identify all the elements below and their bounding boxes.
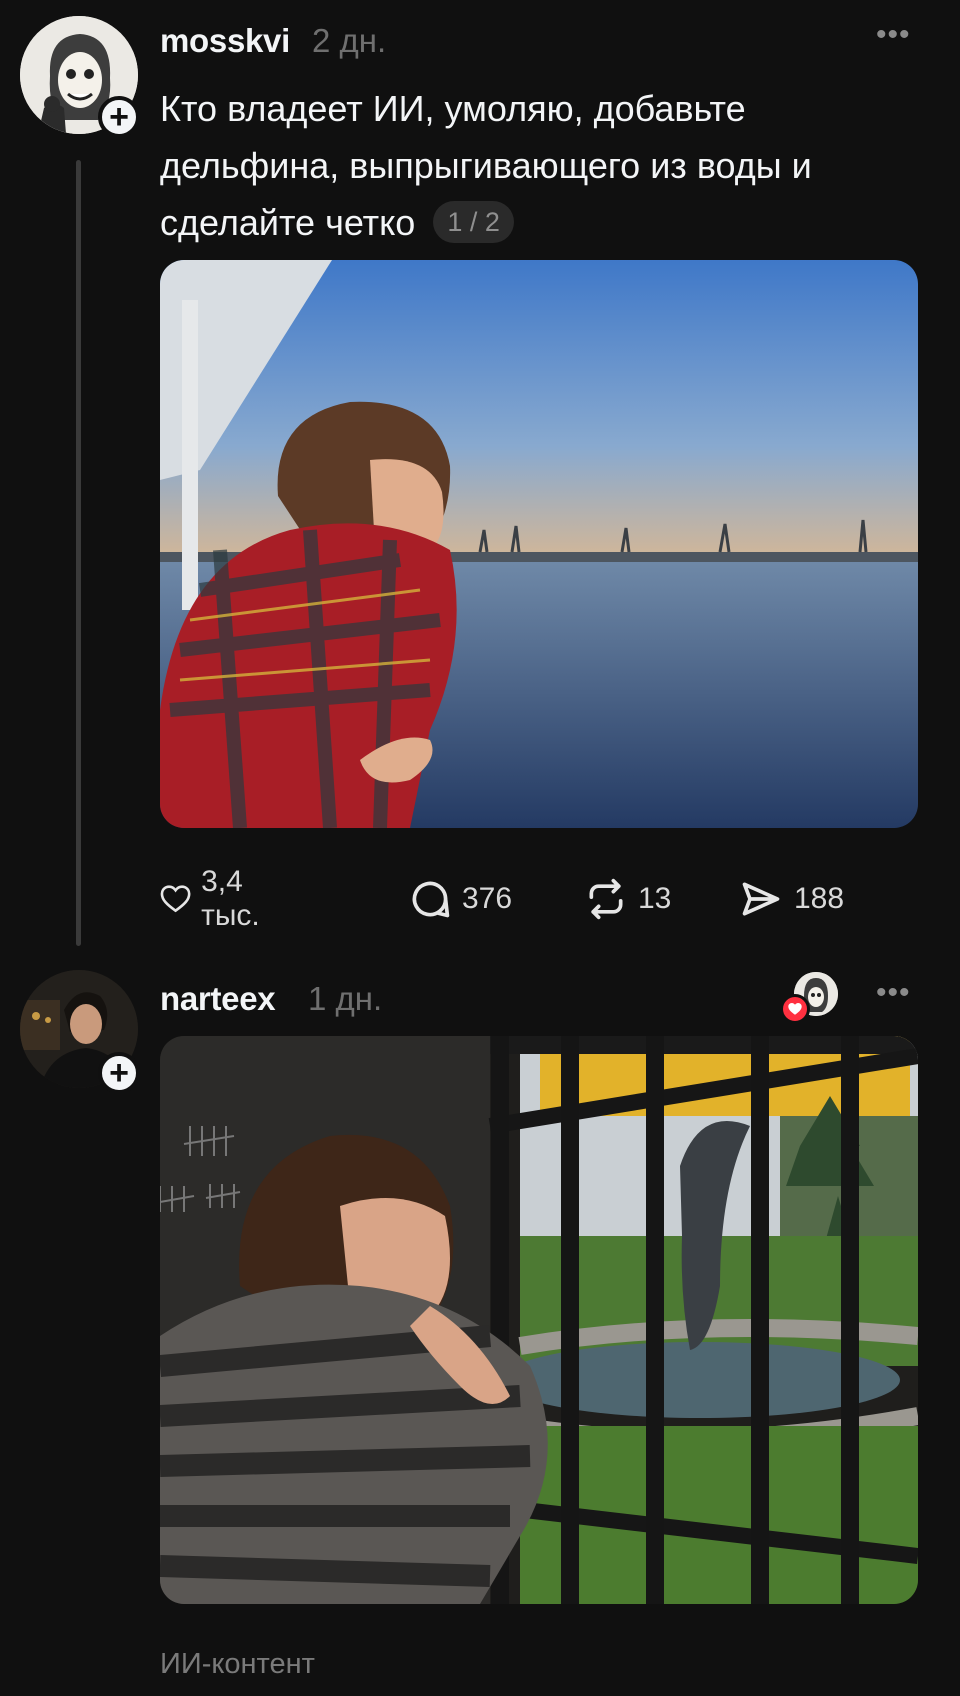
- more-options-button[interactable]: •••: [876, 18, 911, 52]
- heart-badge-icon: [780, 994, 810, 1024]
- post-text: Кто владеет ИИ, умоляю, добавьте дельфин…: [160, 80, 920, 251]
- share-count: 188: [794, 882, 845, 915]
- repost-button[interactable]: 13: [584, 874, 671, 924]
- ellipsis-icon: •••: [876, 18, 911, 51]
- like-count: 3,4 тыс.: [201, 865, 260, 932]
- plus-icon: +: [109, 1054, 129, 1092]
- comment-button[interactable]: 376: [408, 874, 512, 924]
- ai-content-label: ИИ-контент: [160, 1648, 315, 1680]
- like-button[interactable]: 3,4 тыс.: [160, 865, 275, 932]
- username-narteex[interactable]: narteex: [160, 980, 276, 1018]
- follow-narteex-button[interactable]: +: [98, 1052, 140, 1094]
- send-icon: [742, 882, 780, 916]
- media-counter: 1 / 2: [433, 201, 514, 244]
- post-time: 1 дн.: [308, 980, 383, 1017]
- ellipsis-icon: •••: [876, 976, 911, 1009]
- repost-icon: [589, 878, 623, 920]
- heart-icon: [160, 885, 191, 913]
- photo-girl-behind-bars-image: [160, 1036, 918, 1604]
- repost-count: 13: [638, 882, 672, 915]
- photo-girl-on-ship-image: [160, 260, 918, 828]
- post-time: 2 дн.: [312, 22, 387, 59]
- comment-count: 376: [462, 882, 513, 915]
- follow-mosskvi-button[interactable]: +: [98, 96, 140, 138]
- post-photo[interactable]: [160, 1036, 918, 1604]
- share-button[interactable]: 188: [738, 874, 844, 924]
- username-mosskvi[interactable]: mosskvi: [160, 22, 290, 60]
- more-options-button[interactable]: •••: [876, 976, 911, 1010]
- thread-line: [76, 160, 81, 946]
- plus-icon: +: [109, 98, 129, 136]
- post-photo[interactable]: [160, 260, 918, 828]
- speech-bubble-icon: [412, 881, 450, 918]
